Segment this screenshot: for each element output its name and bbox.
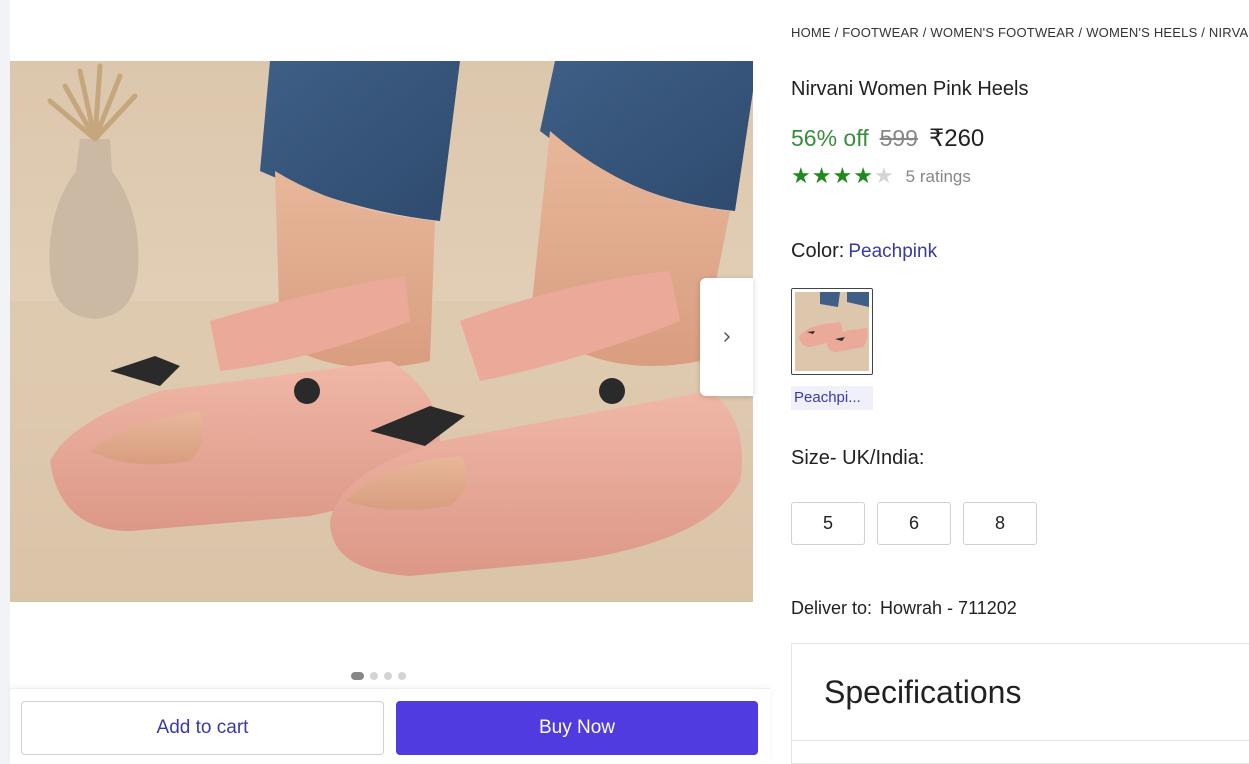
- star-rating: ★ ★ ★ ★ ★: [791, 166, 894, 188]
- breadcrumb-separator: /: [830, 25, 843, 40]
- star-empty-icon: ★: [873, 164, 894, 189]
- product-page: Add to cart Buy Now HOME / FOOTWEAR / WO…: [0, 0, 1249, 764]
- size-label: Size- UK/India:: [791, 447, 925, 469]
- size-options: 5 6 8: [791, 502, 1037, 545]
- swatch-thumbnail: [795, 292, 869, 371]
- color-swatch-label[interactable]: Peachpi...: [791, 386, 873, 410]
- buy-now-button[interactable]: Buy Now: [396, 701, 758, 755]
- gallery-dot[interactable]: [370, 672, 378, 680]
- selling-price: ₹260: [928, 125, 985, 152]
- breadcrumb-item-womens-heels[interactable]: WOMEN'S HEELS: [1086, 25, 1197, 40]
- delivery-location[interactable]: Deliver to: Howrah - 711202: [791, 598, 1017, 619]
- color-selector-label: Color: Peachpink: [791, 240, 937, 263]
- left-edge-strip: [0, 0, 10, 764]
- color-swatch-peachpink[interactable]: [791, 288, 873, 375]
- product-title: Nirvani Women Pink Heels: [791, 78, 1029, 100]
- deliver-to-label: Deliver to:: [791, 598, 873, 618]
- specifications-section: Specifications: [791, 643, 1249, 764]
- gallery-dot[interactable]: [398, 672, 406, 680]
- rating-row[interactable]: ★ ★ ★ ★ ★ 5 ratings: [791, 166, 971, 188]
- add-to-cart-button[interactable]: Add to cart: [21, 701, 384, 755]
- star-filled-icon: ★: [832, 164, 853, 189]
- selected-color: Peachpink: [848, 241, 938, 262]
- size-option-8[interactable]: 8: [963, 502, 1037, 545]
- breadcrumb-item-home[interactable]: HOME: [791, 25, 831, 40]
- breadcrumb-separator: /: [1074, 25, 1087, 40]
- specifications-heading: Specifications: [824, 674, 1022, 710]
- product-image[interactable]: [10, 61, 753, 602]
- breadcrumb-item-footwear[interactable]: FOOTWEAR: [842, 25, 919, 40]
- price-row: 56% off 599 ₹260: [791, 124, 984, 153]
- delivery-address: Howrah - 711202: [880, 598, 1017, 618]
- product-details: HOME / FOOTWEAR / WOMEN'S FOOTWEAR / WOM…: [791, 0, 1249, 764]
- gallery-pagination: [351, 672, 406, 680]
- gallery-dot[interactable]: [384, 672, 392, 680]
- star-filled-icon: ★: [853, 164, 873, 189]
- chevron-right-icon: [723, 332, 730, 342]
- breadcrumb-separator: /: [918, 25, 931, 40]
- ratings-count: 5 ratings: [905, 167, 971, 186]
- product-photo: [10, 61, 753, 602]
- size-option-6[interactable]: 6: [877, 502, 951, 545]
- star-filled-icon: ★: [811, 164, 832, 189]
- breadcrumb-separator: /: [1197, 25, 1209, 40]
- breadcrumb-item-brand[interactable]: NIRVANI: [1209, 25, 1249, 40]
- original-price: 599: [879, 125, 918, 151]
- discount-percent: 56% off: [791, 125, 869, 151]
- gallery-next-button[interactable]: [700, 278, 753, 396]
- star-filled-icon: ★: [791, 164, 811, 189]
- action-bar: Add to cart Buy Now: [10, 688, 770, 764]
- divider: [792, 740, 1249, 741]
- breadcrumb-item-womens-footwear[interactable]: WOMEN'S FOOTWEAR: [930, 25, 1074, 40]
- gallery-dot[interactable]: [351, 672, 364, 680]
- size-option-5[interactable]: 5: [791, 502, 865, 545]
- breadcrumb: HOME / FOOTWEAR / WOMEN'S FOOTWEAR / WOM…: [791, 25, 1249, 40]
- color-label: Color:: [791, 240, 845, 262]
